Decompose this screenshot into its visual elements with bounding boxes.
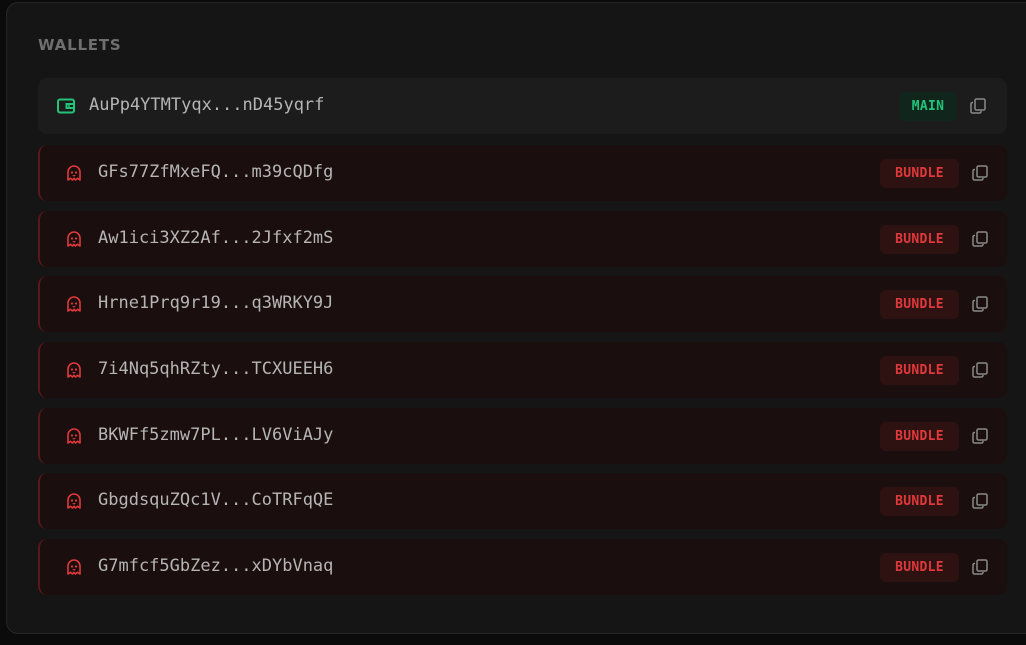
bundle-badge: BUNDLE [880, 159, 959, 188]
bundle-badge: BUNDLE [880, 225, 959, 254]
ghost-icon [67, 428, 81, 444]
copy-icon[interactable] [971, 164, 989, 182]
copy-icon[interactable] [971, 492, 989, 510]
bundle-badge: BUNDLE [880, 553, 959, 582]
copy-icon[interactable] [971, 558, 989, 576]
bundle-badge: BUNDLE [880, 422, 959, 451]
wallet-row-bundle[interactable]: GbgdsquZQc1V...CoTRFqQE BUNDLE [38, 473, 1007, 529]
bundle-badge: BUNDLE [880, 487, 959, 516]
wallet-address: GFs77ZfMxeFQ...m39cQDfg [98, 162, 334, 182]
wallet-address: BKWFf5zmw7PL...LV6ViAJy [98, 425, 334, 445]
ghost-icon [67, 559, 81, 575]
copy-icon[interactable] [969, 97, 987, 115]
copy-icon[interactable] [971, 427, 989, 445]
wallet-row-bundle[interactable]: G7mfcf5GbZez...xDYbVnaq BUNDLE [38, 539, 1007, 595]
wallet-row-bundle[interactable]: BKWFf5zmw7PL...LV6ViAJy BUNDLE [38, 408, 1007, 464]
wallet-address: Hrne1Prq9r19...q3WRKY9J [98, 293, 334, 313]
copy-icon[interactable] [971, 295, 989, 313]
ghost-icon [67, 296, 81, 312]
wallet-row-bundle[interactable]: 7i4Nq5qhRZty...TCXUEEH6 BUNDLE [38, 342, 1007, 398]
wallet-row-bundle[interactable]: GFs77ZfMxeFQ...m39cQDfg BUNDLE [38, 145, 1007, 201]
copy-icon[interactable] [971, 230, 989, 248]
copy-icon[interactable] [971, 361, 989, 379]
ghost-icon [67, 362, 81, 378]
ghost-icon [67, 231, 81, 247]
wallet-address: AuPp4YTMTyqx...nD45yqrf [89, 95, 325, 115]
wallet-row-bundle[interactable]: Aw1ici3XZ2Af...2Jfxf2mS BUNDLE [38, 211, 1007, 267]
ghost-icon [67, 493, 81, 509]
wallet-address: 7i4Nq5qhRZty...TCXUEEH6 [98, 359, 334, 379]
bundle-badge: BUNDLE [880, 290, 959, 319]
wallet-address: Aw1ici3XZ2Af...2Jfxf2mS [98, 228, 334, 248]
wallet-icon [57, 98, 75, 114]
ghost-icon [67, 165, 81, 181]
panel-title: WALLETS [38, 36, 122, 54]
wallet-address: GbgdsquZQc1V...CoTRFqQE [98, 490, 334, 510]
bundle-badge: BUNDLE [880, 356, 959, 385]
wallet-row-main[interactable]: AuPp4YTMTyqx...nD45yqrf MAIN [38, 78, 1007, 134]
main-badge: MAIN [899, 92, 957, 121]
wallet-row-bundle[interactable]: Hrne1Prq9r19...q3WRKY9J BUNDLE [38, 276, 1007, 332]
wallet-address: G7mfcf5GbZez...xDYbVnaq [98, 556, 334, 576]
